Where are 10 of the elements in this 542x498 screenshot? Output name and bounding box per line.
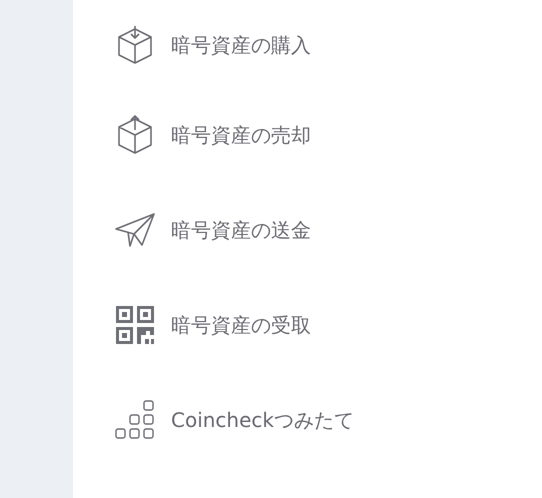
qr-code-icon: [115, 305, 155, 345]
stacked-squares-icon: [114, 399, 156, 441]
box-up-arrow-icon: [115, 115, 155, 155]
box-down-arrow-icon: [115, 25, 155, 65]
paper-plane-icon: [114, 212, 156, 248]
menu-item-label[interactable]: 暗号資産の受取: [171, 310, 311, 340]
menu-item-label[interactable]: Coincheckつみたて: [171, 405, 354, 435]
menu-item-label[interactable]: 暗号資産の購入: [171, 30, 311, 60]
menu-item-label[interactable]: 暗号資産の送金: [171, 215, 311, 245]
menu-item-label[interactable]: 暗号資産の売却: [171, 120, 311, 150]
